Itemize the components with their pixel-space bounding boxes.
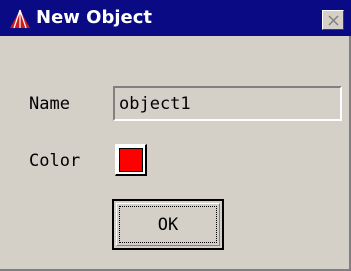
close-button[interactable] (322, 10, 344, 30)
ok-button-label: OK (157, 215, 179, 235)
ok-button[interactable]: OK (112, 199, 224, 250)
name-label: Name (29, 94, 70, 114)
new-object-dialog: New Object Name Color OK (0, 0, 351, 271)
color-label: Color (29, 151, 81, 171)
window-title: New Object (36, 7, 153, 28)
title-bar[interactable]: New Object (0, 0, 351, 36)
color-picker-button[interactable] (115, 144, 147, 176)
color-swatch (119, 148, 143, 172)
name-field[interactable] (113, 86, 342, 121)
triangle-logo-icon (9, 9, 31, 29)
